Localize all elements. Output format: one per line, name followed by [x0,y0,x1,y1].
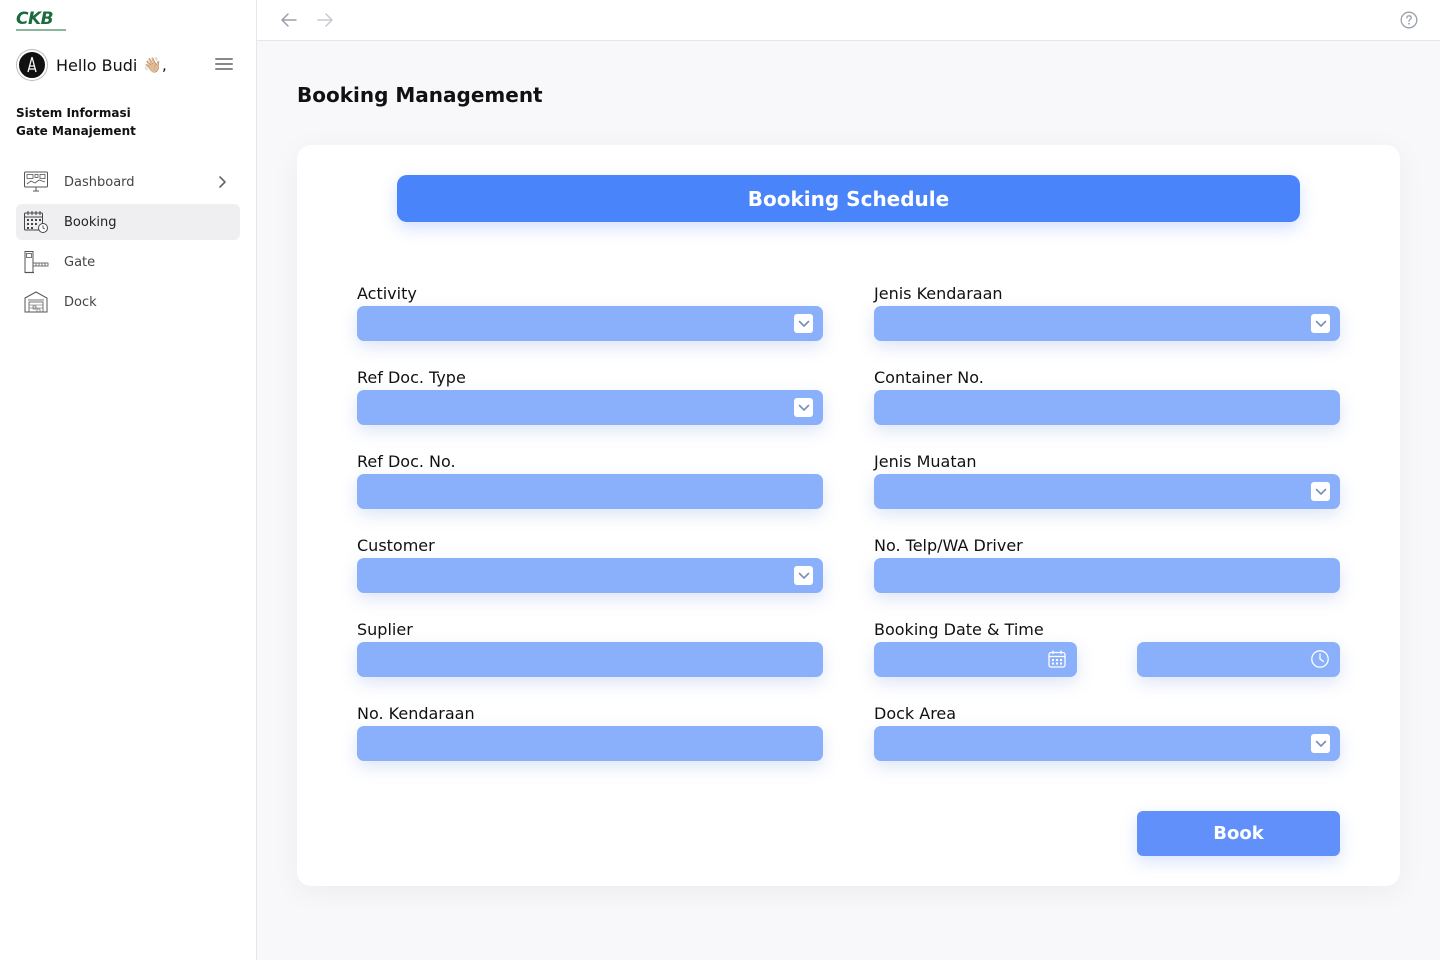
gate-icon [23,250,49,274]
booking-datetime-label: Booking Date & Time [874,620,1044,639]
load-type-select[interactable] [874,474,1340,509]
avatar-icon [27,56,37,73]
supplier-input[interactable] [357,642,823,677]
supplier-label: Suplier [357,620,413,639]
chevron-down-icon [1311,314,1330,333]
sidebar-item-label: Dock [64,294,97,310]
system-title: Sistem Informasi Gate Manajement [16,104,136,140]
sidebar: CKB Hello Budi 👋🏼, Sistem Informasi Gate… [0,0,257,960]
activity-select[interactable] [357,306,823,341]
menu-toggle-icon[interactable] [215,58,233,72]
container-no-input[interactable] [874,390,1340,425]
load-type-label: Jenis Muatan [874,452,977,471]
sidebar-item-dashboard[interactable]: Dashboard [16,164,240,200]
sidebar-item-label: Booking [64,214,117,230]
book-button[interactable]: Book [1137,811,1340,856]
sidebar-item-label: Dashboard [64,174,135,190]
calendar-icon [23,210,49,234]
ref-doc-no-label: Ref Doc. No. [357,452,456,471]
container-no-label: Container No. [874,368,984,387]
ref-doc-no-input[interactable] [357,474,823,509]
top-bar [257,0,1440,41]
sidebar-item-label: Gate [64,254,96,270]
vehicle-type-select[interactable] [874,306,1340,341]
customer-select[interactable] [357,558,823,593]
customer-label: Customer [357,536,435,555]
warehouse-icon [23,290,49,314]
booking-time-input[interactable] [1137,642,1340,677]
system-title-line1: Sistem Informasi [16,106,131,120]
logo-text: CKB [16,9,54,29]
ref-doc-type-select[interactable] [357,390,823,425]
vehicle-no-label: No. Kendaraan [357,704,475,723]
booking-date-input[interactable] [874,642,1077,677]
sidebar-nav: Dashboard Booking Gate Dock [16,164,240,324]
avatar[interactable] [17,50,47,80]
arrow-left-icon[interactable] [279,11,299,29]
dock-area-label: Dock Area [874,704,957,723]
brand-logo[interactable]: CKB [16,10,68,34]
wave-emoji: 👋🏼, [143,56,167,74]
sidebar-item-booking[interactable]: Booking [16,204,240,240]
ref-doc-type-label: Ref Doc. Type [357,368,466,387]
chevron-down-icon [794,314,813,333]
chevron-down-icon [794,566,813,585]
user-greeting: Hello Budi 👋🏼, [17,50,167,80]
sidebar-item-gate[interactable]: Gate [16,244,240,280]
help-circle-icon[interactable] [1400,11,1418,29]
chevron-down-icon [1311,482,1330,501]
activity-label: Activity [357,284,417,303]
booking-schedule-header: Booking Schedule [397,175,1300,222]
dashboard-icon [23,170,49,194]
clock-icon[interactable] [1310,649,1330,669]
sidebar-item-dock[interactable]: Dock [16,284,240,320]
logo-tagline-bar [16,29,66,31]
driver-phone-input[interactable] [874,558,1340,593]
chevron-right-icon [216,174,230,190]
vehicle-type-label: Jenis Kendaraan [874,284,1003,303]
calendar-icon[interactable] [1047,649,1067,669]
booking-form-card: Booking Schedule Activity Ref Doc. Type … [297,145,1400,886]
chevron-down-icon [794,398,813,417]
vehicle-no-input[interactable] [357,726,823,761]
chevron-down-icon [1311,734,1330,753]
system-title-line2: Gate Manajement [16,124,136,138]
dock-area-select[interactable] [874,726,1340,761]
arrow-right-icon[interactable] [315,11,335,29]
page-title: Booking Management [297,83,543,107]
greeting-text: Hello Budi [56,55,138,75]
driver-phone-label: No. Telp/WA Driver [874,536,1023,555]
